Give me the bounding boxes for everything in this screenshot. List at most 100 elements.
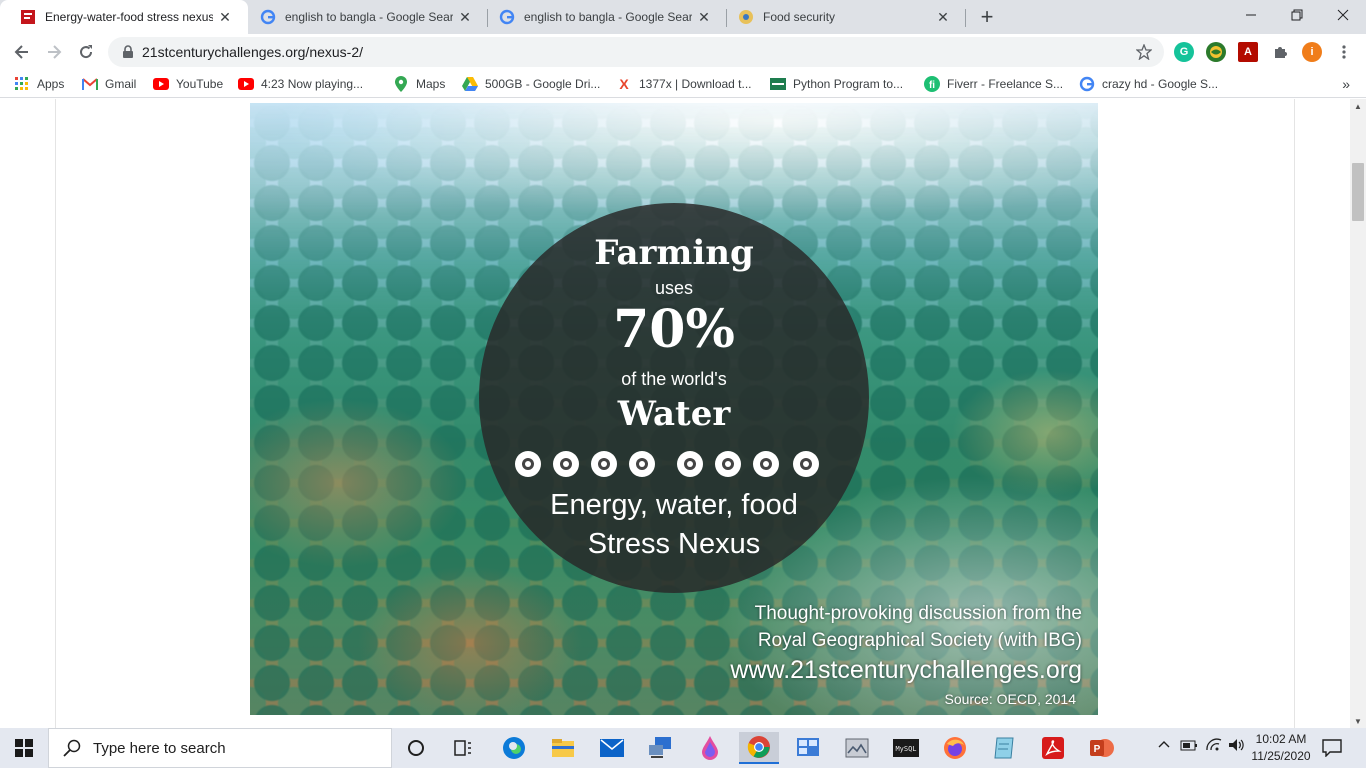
wifi-icon[interactable] xyxy=(1205,738,1223,755)
svg-text:MySQL: MySQL xyxy=(895,745,916,753)
powerpoint-icon[interactable]: P xyxy=(1082,732,1122,764)
bookmark-apps[interactable]: Apps xyxy=(14,75,64,93)
reload-button[interactable] xyxy=(72,38,100,66)
back-arrow-icon xyxy=(14,45,28,59)
credit-source: Source: OECD, 2014 xyxy=(944,691,1076,707)
acrobat-extension-icon[interactable]: A xyxy=(1238,42,1258,62)
back-button[interactable] xyxy=(8,38,36,66)
puzzle-icon[interactable] xyxy=(1270,42,1290,62)
bookmark-google-drive[interactable]: 500GB - Google Dri... xyxy=(462,75,600,93)
close-tab-icon[interactable]: ✕ xyxy=(457,9,473,25)
battery-icon[interactable] xyxy=(1180,738,1198,755)
bookmarks-bar: Apps Gmail YouTube 4:23 Now playing... M… xyxy=(0,70,1366,98)
credit-website: www.21stcenturychallenges.org xyxy=(730,656,1082,684)
tab-food-security[interactable]: Food security ✕ xyxy=(718,0,966,34)
gmail-icon xyxy=(82,76,98,92)
edge-icon[interactable] xyxy=(494,732,534,764)
grammarly-icon[interactable]: G xyxy=(1174,42,1194,62)
tab-title: english to bangla - Google Searc xyxy=(285,10,453,24)
bookmark-1377x[interactable]: X 1377x | Download t... xyxy=(616,75,751,93)
lock-icon[interactable] xyxy=(120,44,136,60)
network-app-icon[interactable] xyxy=(641,732,681,764)
vertical-scrollbar[interactable]: ▲ ▼ xyxy=(1350,99,1366,728)
search-icon xyxy=(63,739,81,757)
show-hidden-icons-chevron-icon[interactable] xyxy=(1158,738,1170,755)
close-tab-icon[interactable]: ✕ xyxy=(217,9,233,25)
clock-date: 11/25/2020 xyxy=(1251,749,1311,763)
tab-english-to-bangla-2[interactable]: english to bangla - Google Searc ✕ xyxy=(479,0,727,34)
tab-english-to-bangla-1[interactable]: english to bangla - Google Searc ✕ xyxy=(240,0,488,34)
browser-toolbar: 21stcenturychallenges.org/nexus-2/ G A i xyxy=(0,34,1366,70)
chrome-menu-button[interactable] xyxy=(1334,42,1354,62)
paint-3d-icon[interactable] xyxy=(690,732,730,764)
bookmarks-overflow-button[interactable]: » xyxy=(1342,76,1350,92)
headline-water: Water xyxy=(617,394,731,434)
system-clock[interactable]: 10:02 AM 11/25/2020 xyxy=(1248,731,1314,765)
dot-icon xyxy=(715,451,741,477)
close-tab-icon[interactable]: ✕ xyxy=(935,9,951,25)
grammarly-glyph: G xyxy=(1179,46,1189,58)
restore-button[interactable] xyxy=(1274,0,1320,30)
close-tab-icon[interactable]: ✕ xyxy=(696,9,712,25)
youtube-icon xyxy=(238,76,254,92)
tab-title: Food security xyxy=(763,10,836,24)
bookmark-label: Python Program to... xyxy=(793,77,904,91)
forward-button[interactable] xyxy=(40,38,68,66)
cortana-icon[interactable] xyxy=(396,732,436,764)
matlab-icon[interactable]: MySQL xyxy=(886,732,926,764)
acrobat-icon[interactable] xyxy=(1033,732,1073,764)
scroll-up-arrow-icon[interactable]: ▲ xyxy=(1350,99,1366,113)
bookmark-youtube[interactable]: YouTube xyxy=(153,75,223,93)
avatar-initial: i xyxy=(1310,46,1314,58)
google-g-icon xyxy=(260,9,276,25)
task-view-icon[interactable] xyxy=(443,732,483,764)
windows-logo-icon xyxy=(15,739,33,757)
bookmark-crazy-hd[interactable]: crazy hd - Google S... xyxy=(1079,75,1218,93)
bookmark-label: Fiverr - Freelance S... xyxy=(947,77,1064,91)
x-icon: X xyxy=(619,76,629,92)
bookmark-gmail[interactable]: Gmail xyxy=(82,75,136,93)
bookmark-fiverr[interactable]: fi Fiverr - Freelance S... xyxy=(924,75,1063,93)
dot-icon xyxy=(591,451,617,477)
tab-separator xyxy=(965,9,966,27)
globe-extension-icon[interactable] xyxy=(1206,42,1226,62)
forward-arrow-icon xyxy=(48,45,62,59)
control-panel-icon[interactable] xyxy=(788,732,828,764)
text-of-the-worlds: of the world's xyxy=(621,369,727,389)
close-window-button[interactable] xyxy=(1320,0,1366,30)
scroll-down-arrow-icon[interactable]: ▼ xyxy=(1350,714,1366,728)
action-center-icon[interactable] xyxy=(1318,736,1346,760)
bookmark-star-icon[interactable] xyxy=(1136,44,1152,60)
subtitle-stress-nexus: Stress Nexus xyxy=(587,528,761,560)
photos-app-icon[interactable] xyxy=(837,732,877,764)
scroll-thumb[interactable] xyxy=(1352,163,1364,221)
dot-icon xyxy=(677,451,703,477)
svg-text:P: P xyxy=(1094,744,1101,755)
food-security-favicon xyxy=(738,9,754,25)
taskbar-search-box[interactable]: Type here to search xyxy=(48,728,392,768)
volume-icon[interactable] xyxy=(1228,738,1246,755)
new-tab-button[interactable]: + xyxy=(975,4,999,29)
minimize-button[interactable] xyxy=(1228,0,1274,30)
start-button[interactable] xyxy=(0,728,48,768)
credit-discussion: Thought-provoking discussion from the xyxy=(754,603,1082,624)
windows-taskbar: Type here to search MySQL P 10:02 AM 11/… xyxy=(0,728,1366,768)
restore-icon xyxy=(1291,9,1303,21)
bookmark-label: YouTube xyxy=(176,77,224,91)
apps-grid-icon xyxy=(14,76,30,92)
bookmark-python-program[interactable]: Python Program to... xyxy=(770,75,903,93)
bookmark-now-playing[interactable]: 4:23 Now playing... xyxy=(238,75,363,93)
drive-icon xyxy=(462,76,478,92)
mail-icon[interactable] xyxy=(592,732,632,764)
firefox-icon[interactable] xyxy=(935,732,975,764)
bookmark-maps[interactable]: Maps xyxy=(393,75,445,93)
profile-avatar[interactable]: i xyxy=(1302,42,1322,62)
tab-energy-water-food[interactable]: Energy-water-food stress nexus | ✕ xyxy=(0,0,248,34)
notepad-app-icon[interactable] xyxy=(984,732,1024,764)
chrome-icon[interactable] xyxy=(739,732,779,764)
maps-icon xyxy=(393,76,409,92)
acrobat-glyph: A xyxy=(1244,46,1252,58)
file-explorer-icon[interactable] xyxy=(543,732,583,764)
tab-strip: Energy-water-food stress nexus | ✕ engli… xyxy=(0,0,1366,34)
address-bar[interactable]: 21stcenturychallenges.org/nexus-2/ xyxy=(108,37,1164,67)
